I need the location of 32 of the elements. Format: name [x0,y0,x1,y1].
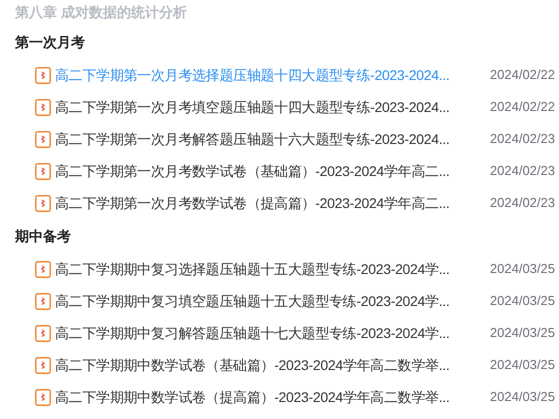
document-icon [35,292,51,310]
file-date: 2024/02/22 [490,98,556,116]
section-heading: 第一次月考 [14,33,86,52]
section-heading: 期中备考 [14,227,72,246]
document-icon [35,388,51,406]
document-icon [35,162,51,180]
file-link[interactable]: 高二下学期期中复习选择题压轴题十五大题型专练-2023-2024学... [55,258,455,280]
document-icon [35,194,51,212]
file-link[interactable]: 高二下学期第一次月考填空题压轴题十四大题型专练-2023-2024... [55,96,455,118]
file-link[interactable]: 高二下学期期中复习解答题压轴题十七大题型专练-2023-2024学... [55,322,455,344]
document-icon [35,66,51,84]
file-date: 2024/03/25 [490,292,556,310]
file-date: 2024/02/23 [490,194,556,212]
document-icon [35,356,51,374]
file-link[interactable]: 高二下学期期中数学试卷（基础篇）-2023-2024学年高二数学举... [55,354,455,376]
document-icon [35,98,51,116]
file-link[interactable]: 高二下学期第一次月考解答题压轴题十六大题型专练-2023-2024... [55,128,455,150]
file-date: 2024/03/25 [490,324,556,342]
file-link[interactable]: 高二下学期期中数学试卷（提高篇）-2023-2024学年高二数学举... [55,386,455,408]
file-date: 2024/02/22 [490,66,556,84]
document-icon [35,324,51,342]
file-date: 2024/02/23 [490,162,556,180]
document-icon [35,260,51,278]
chapter-title: 第八章 成对数据的统计分析 [15,3,187,22]
document-icon [35,130,51,148]
file-date: 2024/03/25 [490,388,556,406]
file-link[interactable]: 高二下学期期中复习填空题压轴题十五大题型专练-2023-2024学... [55,290,455,312]
file-link[interactable]: 高二下学期第一次月考数学试卷（提高篇）-2023-2024学年高二... [55,192,455,214]
file-date: 2024/02/23 [490,130,556,148]
file-link[interactable]: 高二下学期第一次月考数学试卷（基础篇）-2023-2024学年高二... [55,160,455,182]
file-date: 2024/03/25 [490,260,556,278]
file-date: 2024/03/25 [490,356,556,374]
